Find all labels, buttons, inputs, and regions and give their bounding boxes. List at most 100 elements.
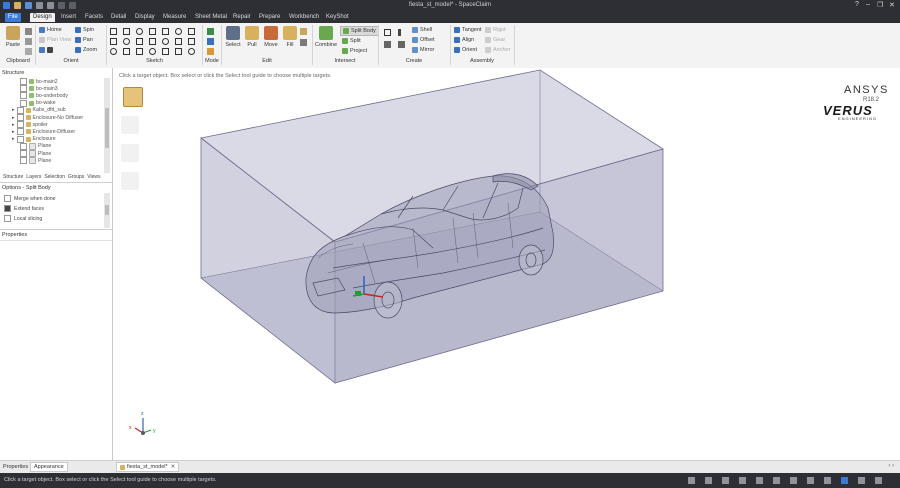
tab-design[interactable]: Design [30,13,55,22]
local-slicing-checkbox[interactable] [4,215,11,222]
tree-scrollbar[interactable] [104,78,110,173]
align-button[interactable]: Align [454,37,474,43]
tree-item[interactable]: Plane [20,157,51,165]
tab-scroll-arrows[interactable]: ‹ › [888,463,894,469]
visibility-checkbox[interactable] [20,157,27,165]
move-tool-button[interactable]: Move [263,26,279,48]
options-scrollbar[interactable] [104,193,110,228]
visibility-checkbox[interactable] [20,78,27,85]
offset-curve-icon[interactable] [123,48,130,55]
fill-tool-button[interactable]: Fill [283,26,297,48]
tab-keyshot[interactable]: KeyShot [323,13,352,22]
mirror-button[interactable]: Mirror [412,47,434,53]
merge-checkbox[interactable] [4,195,11,202]
tab-facets[interactable]: Facets [82,13,106,22]
rectangle-icon[interactable] [110,38,117,45]
point-icon[interactable] [384,41,391,48]
tab-selection[interactable]: Selection [44,174,65,180]
line-tool-icon[interactable] [110,28,117,35]
expand-arrow-icon[interactable]: ▸ [12,107,15,113]
grid-icon[interactable] [756,477,763,484]
close-tab-icon[interactable]: ✕ [171,464,176,470]
option-extend-faces[interactable]: Extend faces [4,205,44,212]
three-point-rect-icon[interactable] [123,38,130,45]
tab-sheet-metal[interactable]: Sheet Metal [192,13,230,22]
expand-arrow-icon[interactable]: ▸ [12,115,15,121]
expand-arrow-icon[interactable]: ▸ [12,136,15,142]
expand-arrow-icon[interactable]: ▸ [12,129,15,135]
layers-icon[interactable] [841,477,848,484]
circle-icon[interactable] [136,38,143,45]
tree-item[interactable]: bo-main3 [20,85,58,93]
split-body-button[interactable]: Split Body [340,26,379,36]
expand-arrow-icon[interactable]: ▸ [12,122,15,128]
visibility-checkbox[interactable] [16,121,24,129]
tree-item[interactable]: Plane [20,150,51,157]
tangent-button[interactable]: Tangent [454,27,482,33]
view-icon[interactable] [722,477,729,484]
tree-item[interactable]: bo-underbody [20,92,68,100]
bend-icon[interactable] [162,48,169,55]
select-tool-button[interactable]: Select [224,26,242,48]
shell-button[interactable]: Shell [412,27,432,33]
tangent-line-icon[interactable] [123,28,130,35]
view-cube-buttons[interactable] [39,47,55,53]
tree-item[interactable]: ▸ Enclosure-Diffuser [12,128,75,136]
tab-structure[interactable]: Structure [3,174,23,180]
trim-icon[interactable] [110,48,117,55]
tab-layers[interactable]: Layers [26,174,41,180]
plane-icon[interactable] [384,29,391,36]
point-tool-icon[interactable] [175,38,182,45]
visibility-checkbox[interactable] [16,135,24,143]
construction-line-icon[interactable] [188,38,195,45]
snap-icon[interactable] [739,477,746,484]
create-corner-icon[interactable] [188,48,195,55]
rigid-button[interactable]: Rigid [485,27,506,33]
lock-icon[interactable] [790,477,797,484]
origin-icon[interactable] [398,41,405,48]
tab-repair[interactable]: Repair [230,13,254,22]
tree-item[interactable]: ▸ Kabs_dfd_sub [12,106,66,114]
display-icon[interactable] [773,477,780,484]
zoom-extents-icon[interactable] [705,477,712,484]
visibility-checkbox[interactable] [20,92,27,100]
tab-display[interactable]: Display [132,13,158,22]
maximize-button[interactable]: ❐ [877,1,883,9]
tab-groups[interactable]: Groups [68,174,84,180]
select-mode-icon[interactable] [688,477,695,484]
expand-icon[interactable] [875,477,882,484]
tab-appearance[interactable]: Appearance [30,462,68,472]
tab-measure[interactable]: Measure [160,13,189,22]
tab-views[interactable]: Views [87,174,100,180]
paste-button[interactable]: Paste [4,26,22,48]
axis-icon[interactable] [398,29,401,36]
help-button[interactable]: ? [855,1,859,8]
blend-icon[interactable] [300,28,307,35]
settings-icon[interactable] [858,477,865,484]
tree-scrollbar-thumb[interactable] [105,108,109,148]
tab-detail[interactable]: Detail [108,13,129,22]
tab-file[interactable]: File [5,13,21,22]
tree-item[interactable]: ▸ Enclosure [12,135,56,143]
offset-button[interactable]: Offset [412,37,435,43]
minimize-button[interactable]: – [866,1,870,8]
3d-mode-icon[interactable] [207,48,214,55]
tab-prepare[interactable]: Prepare [256,13,283,22]
visibility-checkbox[interactable] [20,142,27,150]
spin-button[interactable]: Spin [75,27,94,33]
plan-view-button[interactable]: Plan View [39,37,71,43]
pan-button[interactable]: Pan [75,37,93,43]
tree-item[interactable]: bo-main2 [20,78,58,85]
tree-item[interactable]: ▸ spoiler [12,121,48,129]
visibility-checkbox[interactable] [20,150,27,157]
format-painter-icon[interactable] [25,48,32,55]
tree-item[interactable]: bo-wake [20,99,56,107]
tab-insert[interactable]: Insert [58,13,79,22]
gear-button[interactable]: Gear [485,37,505,43]
split-button[interactable]: Split [342,38,361,44]
option-merge-when-done[interactable]: Merge when done [4,195,56,202]
combine-button[interactable]: Combine [315,26,337,48]
fillet-curve-icon[interactable] [149,48,156,55]
close-button[interactable]: ✕ [889,1,895,9]
graphics-viewport[interactable]: Click a target object. Box select or cli… [113,68,900,460]
